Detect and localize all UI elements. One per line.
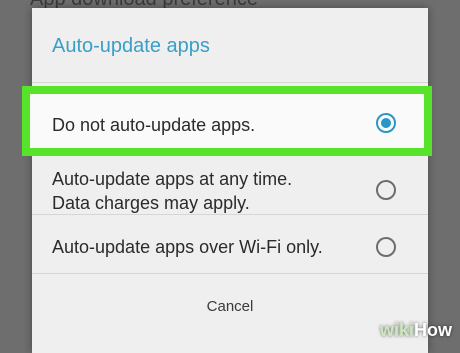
radio-button-selected[interactable] bbox=[376, 113, 396, 133]
option-label-line2: Data charges may apply. bbox=[52, 193, 250, 213]
option-label-line1: Auto-update apps at any time. bbox=[52, 169, 293, 189]
option-label: Auto-update apps over Wi-Fi only. bbox=[52, 237, 323, 257]
option-label: Auto-update apps at any time. Data charg… bbox=[52, 167, 292, 215]
option-auto-update-wifi-only[interactable]: Auto-update apps over Wi-Fi only. bbox=[32, 215, 428, 273]
title-divider bbox=[32, 82, 428, 83]
option-do-not-auto-update[interactable]: Do not auto-update apps. bbox=[22, 86, 432, 156]
wikihow-watermark: wikiHow bbox=[380, 320, 452, 341]
dialog-title: Auto-update apps bbox=[52, 35, 210, 57]
watermark-how: How bbox=[414, 320, 452, 340]
radio-button[interactable] bbox=[376, 237, 396, 257]
row-divider bbox=[32, 273, 428, 274]
watermark-wiki: wiki bbox=[379, 320, 414, 340]
radio-button[interactable] bbox=[376, 180, 396, 200]
auto-update-dialog: Auto-update apps Auto-update apps at any… bbox=[32, 8, 428, 353]
cancel-button[interactable]: Cancel bbox=[32, 298, 428, 315]
option-label: Do not auto-update apps. bbox=[52, 115, 256, 135]
